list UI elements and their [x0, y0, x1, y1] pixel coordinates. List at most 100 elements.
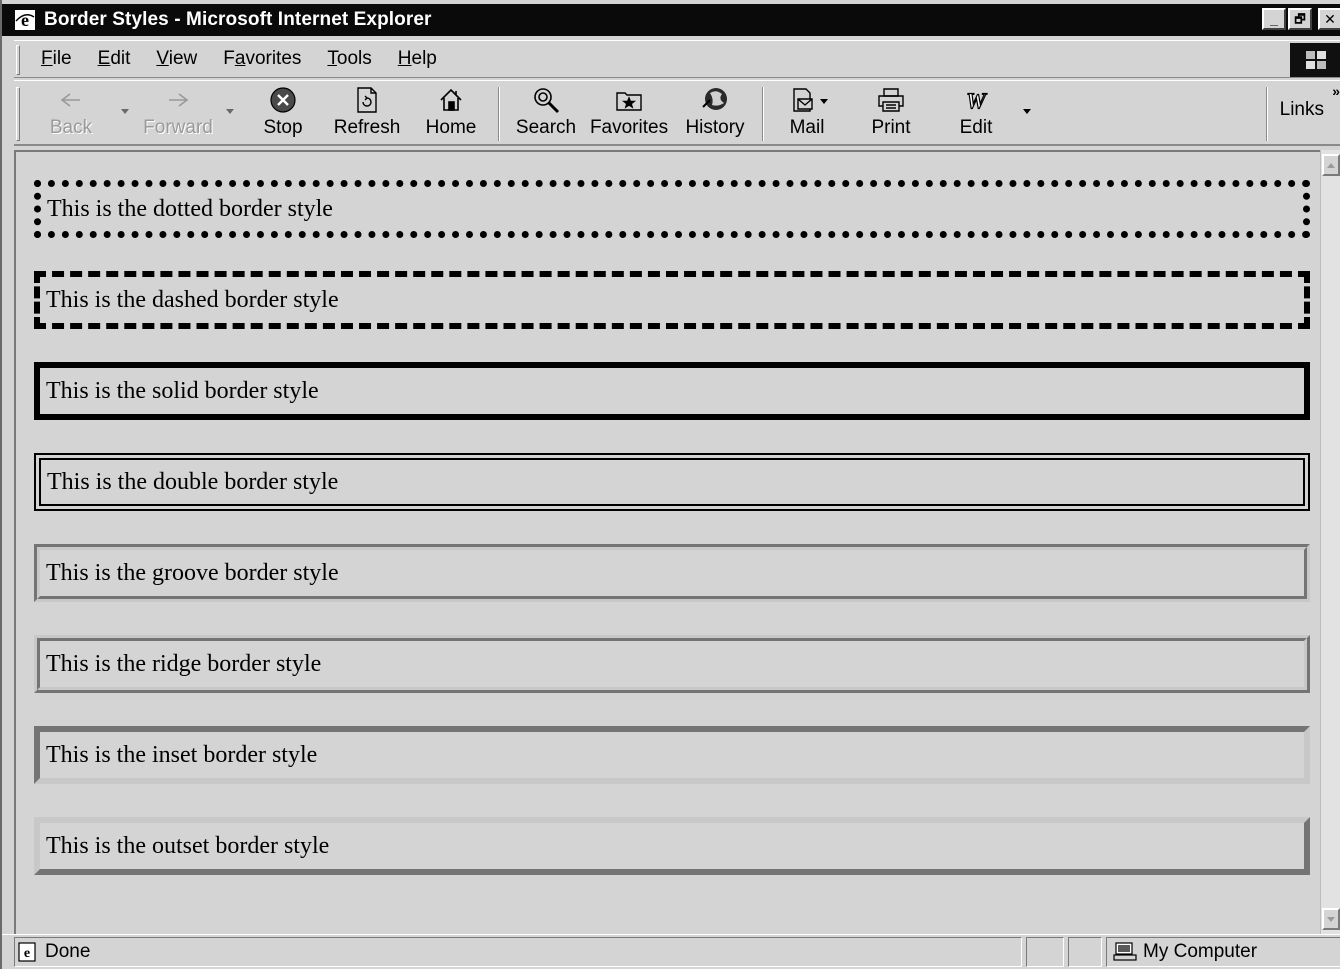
history-button[interactable]: History	[684, 85, 746, 143]
windows-flag-icon	[1306, 51, 1326, 69]
svg-text:e: e	[24, 946, 30, 961]
menu-help[interactable]: Help	[385, 48, 450, 70]
menu-tools-label: ools	[336, 48, 372, 69]
edit-label: Edit	[959, 117, 993, 138]
back-dropdown-icon[interactable]	[121, 109, 129, 114]
menu-favorites[interactable]: Favorites	[210, 48, 314, 70]
menu-file-label: ile	[52, 48, 72, 69]
toolbar-separator	[762, 87, 764, 141]
links-toolbar[interactable]: Links	[1280, 99, 1324, 121]
windows-logo-icon	[1290, 43, 1340, 77]
security-zone-label: My Computer	[1143, 941, 1258, 962]
menu-favorites-label: vorites	[245, 48, 302, 69]
edit-dropdown-icon[interactable]	[1023, 109, 1031, 114]
ridge-border-box: This is the ridge border style	[34, 635, 1310, 693]
restore-icon: 🗗	[1294, 12, 1306, 26]
my-computer-icon	[1113, 942, 1137, 962]
stop-button[interactable]: Stop	[260, 85, 306, 143]
menu-tools[interactable]: Tools	[314, 48, 384, 70]
scroll-down-button[interactable]	[1322, 908, 1340, 930]
favorites-label: Favorites	[589, 117, 669, 138]
menu-favorites-accel: a	[234, 48, 246, 69]
menu-edit-label: dit	[110, 48, 131, 69]
outset-border-box: This is the outset border style	[34, 817, 1310, 875]
back-button[interactable]: Back	[44, 85, 98, 143]
restore-button[interactable]: 🗗	[1288, 8, 1312, 30]
svg-text:W: W	[966, 88, 987, 113]
dashed-border-box: This is the dashed border style	[34, 271, 1310, 329]
close-icon: ✕	[1324, 11, 1336, 27]
links-chevron-icon[interactable]: »	[1332, 83, 1340, 99]
back-arrow-icon	[60, 93, 80, 107]
forward-arrow-icon	[169, 93, 189, 107]
ie-logo-icon: e	[15, 10, 35, 30]
refresh-button[interactable]: Refresh	[332, 85, 402, 143]
mail-dropdown-icon[interactable]	[820, 99, 828, 104]
menu-grip[interactable]	[16, 45, 20, 75]
double-border-box: This is the double border style	[34, 453, 1310, 511]
status-panel-security	[1068, 937, 1102, 967]
menu-help-accel: H	[397, 48, 412, 69]
print-label: Print	[871, 117, 911, 138]
print-button[interactable]: Print	[870, 85, 912, 143]
history-icon	[702, 88, 727, 110]
browser-window: e Border Styles - Microsoft Internet Exp…	[0, 0, 1340, 969]
forward-button[interactable]: Forward	[142, 85, 214, 143]
status-text-panel: e Done	[14, 937, 1022, 967]
window-title: Border Styles - Microsoft Internet Explo…	[44, 9, 432, 30]
menu-help-label: elp	[411, 48, 437, 69]
favorites-button[interactable]: Favorites	[589, 85, 669, 143]
page-done-icon: e	[17, 941, 39, 963]
forward-label: Forward	[143, 117, 213, 138]
scroll-up-button[interactable]	[1322, 154, 1340, 176]
vertical-scrollbar[interactable]	[1320, 150, 1340, 934]
mail-icon	[793, 88, 813, 112]
menu-edit-accel: E	[97, 48, 111, 69]
scroll-down-arrow-icon	[1327, 916, 1335, 922]
home-button[interactable]: Home	[424, 85, 478, 143]
stop-label: Stop	[263, 117, 303, 138]
mail-button[interactable]: Mail	[784, 85, 830, 143]
minimize-icon: _	[1270, 11, 1278, 27]
menu-bar: File Edit View Favorites Tools Help	[14, 40, 1340, 78]
printer-icon	[878, 88, 904, 112]
home-label: Home	[425, 117, 477, 138]
menu-view-accel: V	[156, 48, 169, 69]
search-button[interactable]: Search	[514, 85, 578, 143]
menu-tools-accel: T	[327, 48, 337, 69]
menu-view[interactable]: View	[143, 48, 210, 70]
groove-border-box: This is the groove border style	[34, 544, 1310, 602]
mail-label: Mail	[789, 117, 825, 138]
scroll-up-arrow-icon	[1327, 162, 1335, 168]
menu-edit[interactable]: Edit	[85, 48, 144, 70]
menu-favorites-pre: F	[223, 48, 235, 69]
menu-file[interactable]: File	[28, 48, 85, 70]
dotted-border-box: This is the dotted border style	[34, 180, 1310, 238]
refresh-label: Refresh	[333, 117, 401, 138]
status-panel-progress	[1026, 937, 1064, 967]
solid-border-box: This is the solid border style	[34, 362, 1310, 420]
word-edit-icon: W	[966, 87, 988, 113]
menu-file-accel: F	[41, 48, 53, 69]
close-button[interactable]: ✕	[1318, 8, 1340, 30]
title-bar[interactable]: e Border Styles - Microsoft Internet Exp…	[2, 4, 1340, 36]
search-label: Search	[515, 117, 577, 138]
home-icon	[440, 88, 462, 111]
history-label: History	[685, 117, 745, 138]
page-content: This is the dotted border style This is …	[14, 150, 1322, 934]
favorites-folder-icon	[616, 92, 642, 111]
stop-icon	[270, 87, 296, 113]
refresh-icon	[357, 87, 377, 113]
inset-border-box: This is the inset border style	[34, 726, 1310, 784]
back-label: Back	[49, 117, 93, 138]
toolbar-grip[interactable]	[16, 87, 20, 141]
menu-view-label: iew	[168, 48, 198, 69]
toolbar-separator	[498, 87, 500, 141]
edit-button[interactable]: W Edit	[958, 85, 994, 143]
status-text: Done	[45, 941, 91, 962]
standard-toolbar: Back Forward Stop Refresh Home Search Fa	[14, 80, 1340, 146]
forward-dropdown-icon[interactable]	[226, 109, 234, 114]
toolbar-separator	[1266, 87, 1268, 141]
security-zone-panel: My Computer	[1106, 937, 1340, 967]
minimize-button[interactable]: _	[1262, 8, 1286, 30]
